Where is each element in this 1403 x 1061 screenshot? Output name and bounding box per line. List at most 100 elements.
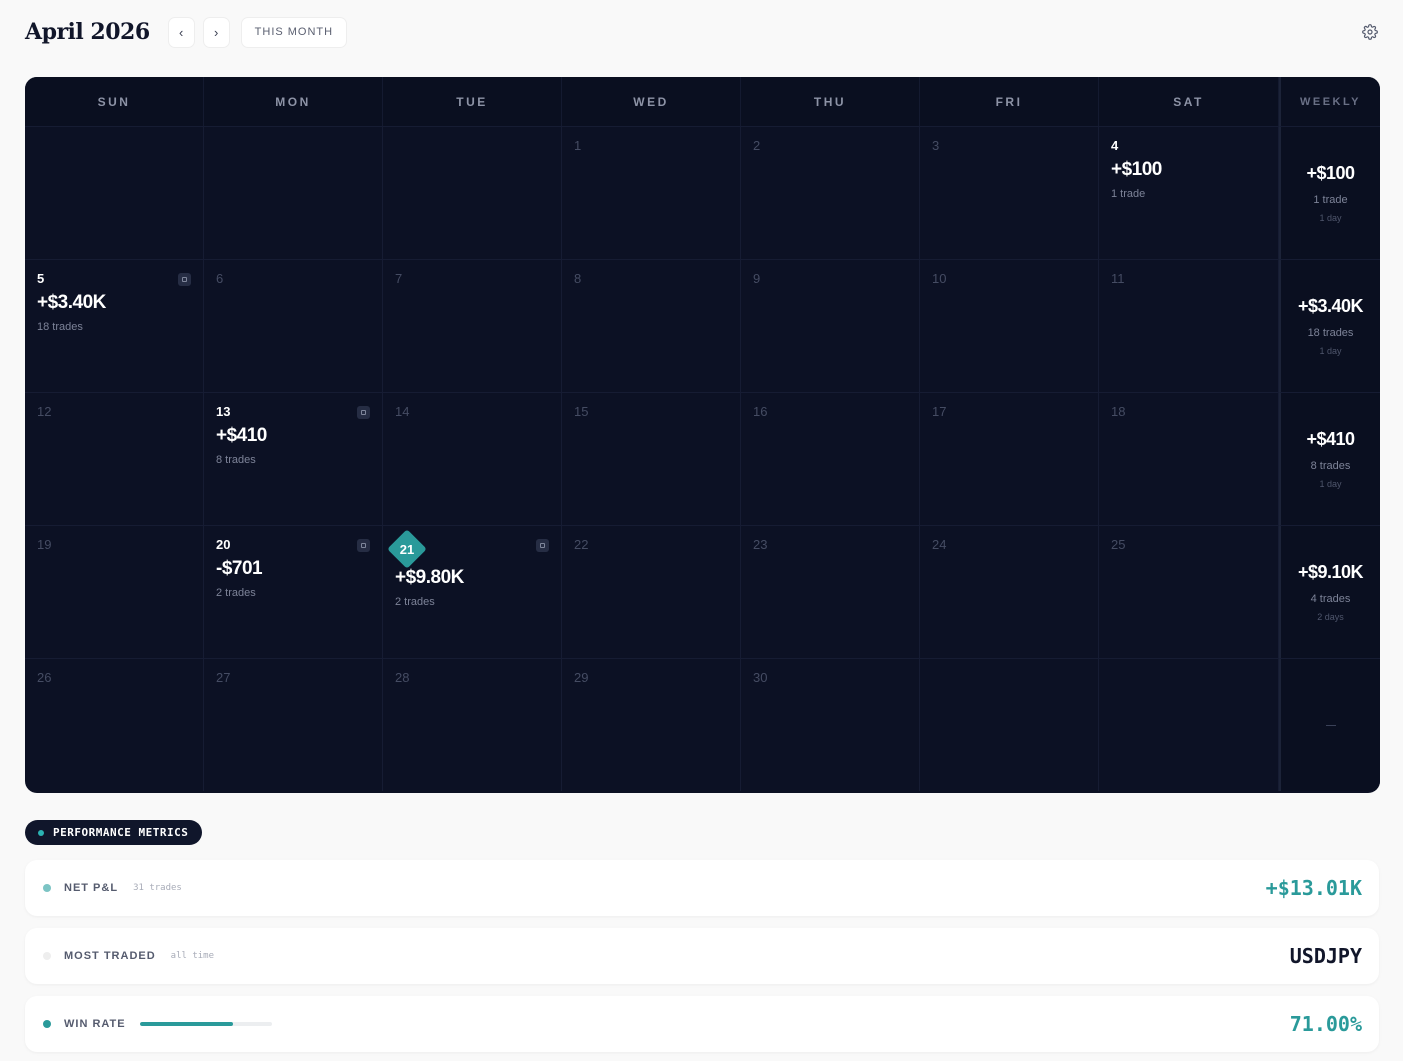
day-number: 26 [37,670,52,685]
metric-most-traded[interactable]: MOST TRADED all time USDJPY [25,928,1379,984]
weekly-day-count: 1 day [1319,346,1342,356]
net-pnl-dot-icon [43,884,51,892]
weekly-trade-count: 8 trades [1310,460,1351,472]
note-icon[interactable] [357,539,370,552]
note-icon[interactable] [536,539,549,552]
day-pnl: +$100 [1111,159,1162,180]
day-number: 2 [753,138,761,153]
chevron-left-icon: ‹ [178,24,184,40]
weekly-header: WEEKLY [1279,77,1380,126]
day-number: 19 [37,537,52,552]
day-pnl: +$3.40K [37,292,106,313]
day-number: 6 [216,271,224,286]
weekly-trade-count: 1 trade [1313,194,1348,206]
day-number: 9 [753,271,761,286]
calendar-day-10[interactable]: 10 [920,259,1099,392]
day-trade-count: 2 trades [216,587,256,599]
calendar-day-9[interactable]: 9 [741,259,920,392]
calendar-empty-cell [383,126,562,259]
calendar-day-11[interactable]: 11 [1099,259,1279,392]
calendar-empty-cell [920,658,1099,791]
day-number: 27 [216,670,231,685]
day-number: 13 [216,404,231,419]
day-trade-count: 18 trades [37,321,83,333]
calendar-day-18[interactable]: 18 [1099,392,1279,525]
day-number: 4 [1111,138,1119,153]
day-trade-count: 8 trades [216,454,256,466]
calendar-day-28[interactable]: 28 [383,658,562,791]
day-number: 25 [1111,537,1126,552]
day-number: 28 [395,670,410,685]
win-rate-progress-fill [139,1022,234,1026]
day-trade-count: 1 trade [1111,188,1146,200]
calendar-day-2[interactable]: 2 [741,126,920,259]
calendar-day-12[interactable]: 12 [25,392,204,525]
win-rate-progress-bar [139,1022,272,1026]
metric-value: USDJPY [1289,944,1362,968]
day-number: 24 [932,537,947,552]
weekly-pnl: +$9.10K [1297,562,1364,582]
next-month-button[interactable]: › [202,16,230,48]
day-number: 8 [574,271,582,286]
calendar-day-16[interactable]: 16 [741,392,920,525]
calendar-day-4[interactable]: 4 +$100 1 trade [1099,126,1279,259]
metric-label: MOST TRADED [64,950,156,962]
prev-month-button[interactable]: ‹ [167,16,195,48]
day-number: 10 [932,271,947,286]
calendar-day-21[interactable]: 21 +$9.80K 2 trades [383,525,562,658]
weekly-summary-5[interactable] [1279,658,1380,791]
calendar-day-27[interactable]: 27 [204,658,383,791]
note-icon[interactable] [178,273,191,286]
calendar-day-3[interactable]: 3 [920,126,1099,259]
calendar-day-5[interactable]: 5 +$3.40K 18 trades [25,259,204,392]
calendar-day-14[interactable]: 14 [383,392,562,525]
calendar-day-26[interactable]: 26 [25,658,204,791]
calendar-day-19[interactable]: 19 [25,525,204,658]
weekly-summary-2[interactable]: +$3.40K 18 trades 1 day [1279,259,1380,392]
metric-label: NET P&L [64,882,119,894]
calendar-day-8[interactable]: 8 [562,259,741,392]
calendar-day-7[interactable]: 7 [383,259,562,392]
calendar-day-1[interactable]: 1 [562,126,741,259]
weekly-pnl: +$410 [1306,429,1355,449]
day-number: 18 [1111,404,1126,419]
weekly-pnl: +$100 [1306,163,1355,183]
weekly-day-count: 1 day [1319,479,1342,489]
day-number: 3 [932,138,940,153]
weekly-summary-4[interactable]: +$9.10K 4 trades 2 days [1279,525,1380,658]
note-icon[interactable] [357,406,370,419]
calendar-day-30[interactable]: 30 [741,658,920,791]
weekday-header-thu: THU [741,77,920,126]
calendar-day-13[interactable]: 13 +$410 8 trades [204,392,383,525]
day-number: 11 [1111,271,1125,286]
calendar-day-25[interactable]: 25 [1099,525,1279,658]
weekly-pnl: +$3.40K [1297,296,1364,316]
day-number: 15 [574,404,589,419]
day-number: 22 [574,537,589,552]
day-number: 23 [753,537,768,552]
calendar-day-17[interactable]: 17 [920,392,1099,525]
calendar-day-29[interactable]: 29 [562,658,741,791]
calendar-day-23[interactable]: 23 [741,525,920,658]
metric-net-pnl[interactable]: NET P&L 31 trades +$13.01K [25,860,1379,916]
calendar-day-6[interactable]: 6 [204,259,383,392]
most-traded-dot-icon [43,952,51,960]
weekday-header-tue: TUE [383,77,562,126]
calendar-day-15[interactable]: 15 [562,392,741,525]
calendar-empty-cell [204,126,383,259]
calendar-empty-cell [1099,658,1279,791]
day-number: 30 [753,670,768,685]
this-month-button[interactable]: THIS MONTH [240,16,348,48]
calendar-day-20[interactable]: 20 -$701 2 trades [204,525,383,658]
weekly-day-count: 2 days [1317,612,1344,622]
settings-button[interactable] [1360,22,1380,42]
day-pnl: +$410 [216,425,267,446]
chevron-right-icon: › [213,24,219,40]
metric-value: 71.00% [1289,1012,1362,1036]
calendar-day-24[interactable]: 24 [920,525,1099,658]
weekly-summary-3[interactable]: +$410 8 trades 1 day [1279,392,1380,525]
weekday-header-sun: SUN [25,77,204,126]
metric-win-rate[interactable]: WIN RATE 71.00% [25,996,1379,1052]
calendar-day-22[interactable]: 22 [562,525,741,658]
weekly-summary-1[interactable]: +$100 1 trade 1 day [1279,126,1380,259]
